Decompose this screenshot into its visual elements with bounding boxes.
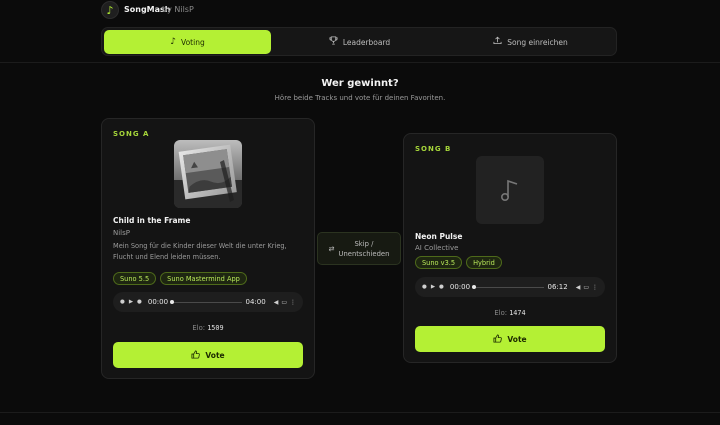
song-b-card: SONG B Neon Pulse AI Collective Suno v3.… xyxy=(403,133,617,363)
elo-label: Elo: xyxy=(192,324,206,332)
more-icon[interactable]: ⋮ xyxy=(592,284,598,291)
skip-draw-button[interactable]: ⇄ Skip / Unentschieden xyxy=(317,232,401,265)
elo-label: Elo: xyxy=(494,309,508,317)
song-a-card: SONG A Child in the Frame NilsP Mein Son… xyxy=(101,118,315,379)
song-b-elo: Elo: 1474 xyxy=(404,309,616,317)
current-time: 00:00 xyxy=(449,283,471,291)
trophy-icon xyxy=(329,36,338,48)
top-bar: ♪ SongMash by NilsP xyxy=(0,0,720,22)
current-time: 00:00 xyxy=(147,298,169,306)
tag-badge: Suno v3.5 xyxy=(415,256,463,269)
song-a-description: Mein Song für die Kinder dieser Welt die… xyxy=(113,242,287,261)
play-icon[interactable]: ▶ xyxy=(129,299,133,305)
page-subtitle: Höre beide Tracks und vote für deinen Fa… xyxy=(274,94,446,102)
song-a-title: Child in the Frame xyxy=(113,216,191,225)
seek-bar[interactable] xyxy=(472,284,544,289)
song-b-artist: AI Collective xyxy=(415,244,459,252)
song-b-vote-button[interactable]: Vote xyxy=(415,326,605,352)
music-note-icon xyxy=(476,156,544,224)
song-a-elo: Elo: 1509 xyxy=(102,324,314,332)
nav-tabs: ♪ Voting Leaderboard Song einreichen xyxy=(101,27,617,56)
play-icon[interactable]: ▶ xyxy=(431,284,435,290)
music-note-icon: ♪ xyxy=(170,36,177,47)
tab-label: Song einreichen xyxy=(507,37,568,47)
cast-icon[interactable]: ▭ xyxy=(583,284,589,291)
tag-badge: Suno 5.5 xyxy=(113,272,157,285)
elo-value: 1509 xyxy=(207,324,224,332)
divider xyxy=(0,62,720,63)
tab-leaderboard[interactable]: Leaderboard xyxy=(276,30,443,54)
music-note-icon: ♪ xyxy=(101,1,119,19)
duration: 04:00 xyxy=(245,298,266,306)
song-b-label: SONG B xyxy=(415,145,452,153)
song-b-title: Neon Pulse xyxy=(415,232,463,241)
song-a-cover-image xyxy=(174,140,242,208)
song-a-vote-button[interactable]: Vote xyxy=(113,342,303,368)
brand-author: by NilsP xyxy=(162,5,194,14)
song-a-audio-player: ● ▶ ● 00:00 04:00 ◀ ▭ ⋮ xyxy=(113,292,303,312)
song-a-tags: Suno 5.5 Suno Mastermind App xyxy=(113,272,247,285)
vote-label: Vote xyxy=(507,334,527,344)
forward-icon[interactable]: ● xyxy=(137,299,142,305)
upload-icon xyxy=(493,36,502,48)
tab-label: Voting xyxy=(181,37,205,47)
song-b-audio-player: ● ▶ ● 00:00 06:12 ◀ ▭ ⋮ xyxy=(415,277,605,297)
seek-knob[interactable] xyxy=(170,299,175,304)
thumbs-up-icon xyxy=(493,333,503,345)
tag-badge: Hybrid xyxy=(466,256,502,269)
tab-submit-song[interactable]: Song einreichen xyxy=(447,30,614,54)
duration: 06:12 xyxy=(547,283,568,291)
vote-label: Vote xyxy=(205,350,225,360)
back-icon[interactable]: ● xyxy=(422,284,427,290)
volume-icon[interactable]: ◀ xyxy=(274,299,279,306)
skip-label-line2: Unentschieden xyxy=(338,249,390,258)
forward-icon[interactable]: ● xyxy=(439,284,444,290)
tag-badge: Suno Mastermind App xyxy=(160,272,247,285)
skip-label-line1: Skip / xyxy=(354,239,374,248)
skip-label: Skip / Unentschieden xyxy=(338,239,389,259)
tab-voting[interactable]: ♪ Voting xyxy=(104,30,271,54)
song-b-tags: Suno v3.5 Hybrid xyxy=(415,256,502,269)
elo-value: 1474 xyxy=(509,309,526,317)
page-title: Wer gewinnt? xyxy=(321,78,399,89)
thumbs-up-icon xyxy=(191,349,201,361)
song-a-artist: NilsP xyxy=(113,229,130,237)
seek-bar[interactable] xyxy=(170,299,242,304)
song-a-label: SONG A xyxy=(113,130,150,138)
seek-knob[interactable] xyxy=(472,284,477,289)
divider xyxy=(0,412,720,413)
back-icon[interactable]: ● xyxy=(120,299,125,305)
cast-icon[interactable]: ▭ xyxy=(281,299,287,306)
tab-label: Leaderboard xyxy=(342,37,391,47)
more-icon[interactable]: ⋮ xyxy=(290,299,296,306)
volume-icon[interactable]: ◀ xyxy=(576,284,581,291)
shuffle-icon: ⇄ xyxy=(328,244,335,253)
